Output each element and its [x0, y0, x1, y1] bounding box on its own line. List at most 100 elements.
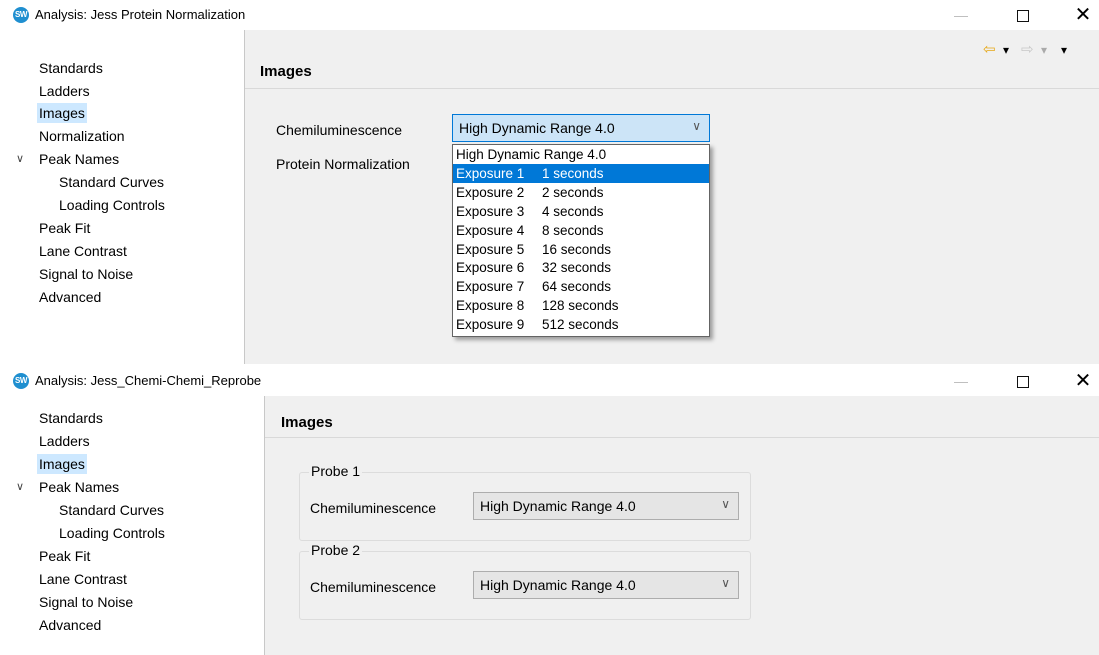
nav-item-standard-curves[interactable]: Standard Curves [57, 500, 166, 520]
window-title: Analysis: Jess_Chemi-Chemi_Reprobe [35, 373, 262, 388]
select-value: High Dynamic Range 4.0 [480, 577, 636, 593]
option-duration: 16 seconds [542, 241, 612, 257]
page-title: Images [281, 414, 333, 431]
nav-item-ladders[interactable]: Ladders [37, 81, 92, 101]
nav-item-normalization[interactable]: Normalization [37, 126, 127, 146]
nav-item-standard-curves[interactable]: Standard Curves [57, 172, 166, 192]
probe-2-chemiluminescence-select[interactable]: High Dynamic Range 4.0 ∨ [473, 571, 739, 599]
chemiluminescence-label: Chemiluminescence [310, 579, 437, 595]
chevron-down-icon: ∨ [692, 119, 701, 133]
dropdown-option[interactable]: Exposure 7 64 seconds [453, 277, 709, 296]
option-label: High Dynamic Range 4.0 [456, 147, 607, 162]
nav-item-peak-names[interactable]: ∨ Peak Names [16, 149, 121, 169]
nav-item-loading-controls[interactable]: Loading Controls [57, 195, 167, 215]
close-icon: ✕ [1074, 4, 1092, 26]
nav-item-peak-fit[interactable]: Peak Fit [37, 218, 92, 238]
chevron-down-icon: ∨ [721, 576, 730, 590]
dropdown-option[interactable]: Exposure 3 4 seconds [453, 202, 709, 221]
content-panel: Images ⇦ ▾ ⇨ ▾ ▾ Chemiluminescence High … [245, 30, 1099, 364]
option-duration: 64 seconds [542, 279, 612, 295]
title-bar[interactable]: SW Analysis: Jess Protein Normalization … [0, 0, 1099, 30]
nav-item-label: Peak Names [39, 479, 120, 495]
nav-item-signal-to-noise[interactable]: Signal to Noise [37, 264, 135, 284]
window-title: Analysis: Jess Protein Normalization [35, 7, 246, 22]
select-value: High Dynamic Range 4.0 [480, 498, 636, 514]
nav-item-images[interactable]: Images [37, 103, 87, 123]
nav-item-advanced[interactable]: Advanced [37, 615, 103, 635]
analysis-window-protein-normalization: SW Analysis: Jess Protein Normalization … [0, 0, 1099, 364]
probe-1-chemiluminescence-select[interactable]: High Dynamic Range 4.0 ∨ [473, 492, 739, 520]
chemiluminescence-label: Chemiluminescence [276, 122, 403, 138]
nav-item-lane-contrast[interactable]: Lane Contrast [37, 569, 129, 589]
minimize-button[interactable]: — [938, 366, 984, 396]
back-history-dropdown-icon[interactable]: ▾ [1003, 40, 1009, 60]
option-label: Exposure 9 [456, 317, 525, 333]
nav-item-peak-fit[interactable]: Peak Fit [37, 546, 92, 566]
nav-item-loading-controls[interactable]: Loading Controls [57, 523, 167, 543]
chemiluminescence-label: Chemiluminescence [310, 500, 437, 516]
page-title: Images [260, 63, 312, 80]
dropdown-option[interactable]: Exposure 5 16 seconds [453, 240, 709, 259]
minimize-icon: — [954, 7, 968, 23]
page-header: Images ⇦ ▾ ⇨ ▾ ▾ [245, 30, 1099, 89]
probe-2-group: Probe 2 Chemiluminescence High Dynamic R… [299, 542, 751, 620]
dropdown-option[interactable]: High Dynamic Range 4.0 [453, 145, 709, 164]
dropdown-option[interactable]: Exposure 4 8 seconds [453, 221, 709, 240]
forward-history-dropdown-icon[interactable]: ▾ [1041, 40, 1047, 60]
close-icon: ✕ [1074, 370, 1092, 392]
nav-item-standards[interactable]: Standards [37, 408, 105, 428]
analysis-window-chemi-reprobe: SW Analysis: Jess_Chemi-Chemi_Reprobe — … [0, 366, 1099, 655]
dropdown-option[interactable]: Exposure 8 128 seconds [453, 296, 709, 315]
probe-label: Probe 1 [309, 463, 363, 479]
view-menu-icon[interactable]: ▾ [1061, 40, 1067, 60]
option-duration: 4 seconds [542, 203, 604, 219]
option-label: Exposure 5 [456, 241, 525, 257]
back-arrow-icon[interactable]: ⇦ [983, 40, 996, 60]
page-header: Images [265, 396, 1099, 438]
nav-item-label: Peak Names [39, 151, 120, 167]
maximize-button[interactable] [1000, 366, 1046, 396]
probe-1-group: Probe 1 Chemiluminescence High Dynamic R… [299, 463, 751, 541]
option-label: Exposure 7 [456, 279, 525, 295]
minimize-button[interactable]: — [938, 0, 984, 30]
close-button[interactable]: ✕ [1060, 0, 1099, 30]
probe-label: Probe 2 [309, 542, 363, 558]
nav-item-peak-names[interactable]: ∨ Peak Names [16, 477, 121, 497]
dropdown-option[interactable]: Exposure 2 2 seconds [453, 183, 709, 202]
option-duration: 1 seconds [542, 165, 604, 181]
option-label: Exposure 3 [456, 203, 525, 219]
select-value: High Dynamic Range 4.0 [459, 120, 615, 136]
option-duration: 32 seconds [542, 260, 612, 276]
option-label: Exposure 6 [456, 260, 525, 276]
app-icon: SW [13, 7, 29, 23]
exposure-dropdown-list: High Dynamic Range 4.0 Exposure 1 1 second… [452, 144, 710, 337]
nav-item-ladders[interactable]: Ladders [37, 431, 92, 451]
forward-arrow-icon[interactable]: ⇨ [1021, 40, 1034, 60]
nav-item-advanced[interactable]: Advanced [37, 287, 103, 307]
dropdown-option[interactable]: Exposure 9 512 seconds [453, 315, 709, 334]
maximize-icon [1017, 10, 1029, 23]
app-icon: SW [13, 373, 29, 389]
nav-item-standards[interactable]: Standards [37, 58, 105, 78]
close-button[interactable]: ✕ [1060, 366, 1099, 396]
nav-tree: Standards Ladders Images Normalization ∨… [0, 30, 244, 364]
option-duration: 512 seconds [542, 317, 619, 333]
maximize-button[interactable] [1000, 0, 1046, 30]
expand-chevron-icon[interactable]: ∨ [16, 477, 24, 497]
option-duration: 128 seconds [542, 298, 619, 314]
protein-normalization-label: Protein Normalization [276, 156, 410, 172]
option-duration: 8 seconds [542, 222, 604, 238]
expand-chevron-icon[interactable]: ∨ [16, 149, 24, 169]
chevron-down-icon: ∨ [721, 497, 730, 511]
nav-item-signal-to-noise[interactable]: Signal to Noise [37, 592, 135, 612]
dropdown-option[interactable]: Exposure 1 1 seconds [453, 163, 709, 183]
nav-tree: Standards Ladders Images ∨ Peak Names St… [0, 396, 244, 655]
dropdown-option[interactable]: Exposure 6 32 seconds [453, 258, 709, 277]
nav-item-images[interactable]: Images [37, 454, 87, 474]
content-panel: Images Probe 1 Chemiluminescence High Dy… [265, 396, 1099, 655]
option-duration: 2 seconds [542, 184, 604, 200]
title-bar[interactable]: SW Analysis: Jess_Chemi-Chemi_Reprobe — … [0, 366, 1099, 396]
chemiluminescence-select[interactable]: High Dynamic Range 4.0 ∨ [452, 114, 710, 142]
nav-item-lane-contrast[interactable]: Lane Contrast [37, 241, 129, 261]
option-label: Exposure 8 [456, 298, 525, 314]
